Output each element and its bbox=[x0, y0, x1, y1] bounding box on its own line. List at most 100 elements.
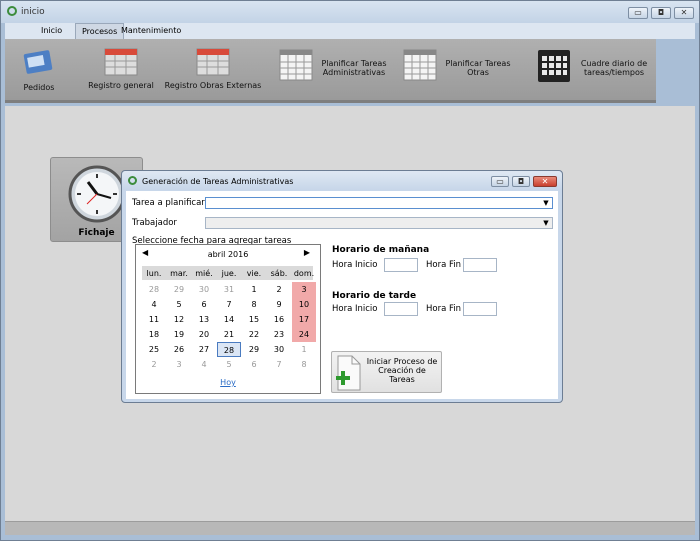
weekday-label: lun. bbox=[146, 269, 162, 278]
weekday-label: vie. bbox=[246, 269, 262, 278]
iniciar-line1: Iniciar Proceso de bbox=[366, 357, 438, 366]
app-icon bbox=[7, 6, 17, 16]
calendar-day[interactable]: 25 bbox=[142, 342, 166, 357]
pedidos-button[interactable]: Pedidos bbox=[13, 39, 65, 99]
calendar-day[interactable]: 7 bbox=[217, 297, 241, 312]
calendar-day[interactable]: 4 bbox=[142, 297, 166, 312]
weekday-label: jue. bbox=[221, 269, 237, 278]
window-title: inicio bbox=[21, 7, 45, 17]
calendar-day[interactable]: 10 bbox=[292, 297, 316, 312]
calendar-day[interactable]: 27 bbox=[192, 342, 216, 357]
title-bar: inicio ▭ ◘ ✕ bbox=[1, 1, 699, 23]
calendar-day[interactable]: 23 bbox=[267, 327, 291, 342]
calendar-day[interactable]: 16 bbox=[267, 312, 291, 327]
manana-fin-label: Hora Fin bbox=[426, 260, 462, 270]
calendar-day[interactable]: 7 bbox=[267, 357, 291, 372]
calendar-day[interactable]: 26 bbox=[167, 342, 191, 357]
calendar-day[interactable]: 28 bbox=[142, 282, 166, 297]
chevron-down-icon: ▼ bbox=[543, 219, 549, 227]
chevron-down-icon: ▼ bbox=[543, 199, 549, 207]
calendar-day[interactable]: 5 bbox=[167, 297, 191, 312]
minimize-button[interactable]: ▭ bbox=[628, 7, 648, 19]
pedidos-label: Pedidos bbox=[23, 83, 55, 92]
calendar-day[interactable]: 17 bbox=[292, 312, 316, 327]
calendar-day[interactable]: 29 bbox=[242, 342, 266, 357]
dialog-icon bbox=[128, 176, 137, 185]
dialog-minimize-button[interactable]: ▭ bbox=[491, 176, 509, 187]
weekday-label: dom. bbox=[293, 269, 315, 278]
cuadre-diario-button[interactable]: Cuadre diario de tareas/tiempos bbox=[535, 39, 653, 99]
registro-obras-button[interactable]: Registro Obras Externas bbox=[163, 39, 263, 99]
tarde-inicio-label: Hora Inicio bbox=[332, 304, 378, 314]
clock-icon bbox=[68, 165, 126, 223]
dialog-maximize-button[interactable]: ◘ bbox=[512, 176, 530, 187]
calendar-day[interactable]: 30 bbox=[192, 282, 216, 297]
calendar-day[interactable]: 19 bbox=[167, 327, 191, 342]
calendar-day[interactable]: 12 bbox=[167, 312, 191, 327]
weekday-label: sáb. bbox=[270, 269, 288, 278]
generation-dialog: Generación de Tareas Administrativas ▭ ◘… bbox=[121, 170, 563, 403]
planificar-admin-button[interactable]: Planificar Tareas Administrativas bbox=[277, 39, 391, 99]
manana-fin-input[interactable] bbox=[463, 258, 497, 272]
tarde-inicio-input[interactable] bbox=[384, 302, 418, 316]
calendar-day[interactable]: 6 bbox=[242, 357, 266, 372]
menu-inicio[interactable]: Inicio bbox=[35, 23, 68, 39]
close-button[interactable]: ✕ bbox=[674, 7, 694, 19]
dialog-body: Tarea a planificar ▼ Trabajador ▼ Selecc… bbox=[126, 191, 558, 399]
calendar-day[interactable]: 8 bbox=[292, 357, 316, 372]
registro-obras-label: Registro Obras Externas bbox=[164, 81, 262, 90]
month-calendar[interactable]: ◀ abril 2016 ▶ lun. mar. mié. jue. vie. … bbox=[135, 244, 321, 394]
calendar-day[interactable]: 21 bbox=[217, 327, 241, 342]
trabajador-combo[interactable]: ▼ bbox=[205, 217, 553, 229]
tarde-fin-input[interactable] bbox=[463, 302, 497, 316]
weekday-label: mar. bbox=[170, 269, 188, 278]
tarea-label: Tarea a planificar bbox=[132, 198, 205, 208]
menu-mantenimiento[interactable]: Mantenimiento bbox=[115, 23, 187, 39]
iniciar-proceso-button[interactable]: Iniciar Proceso de Creación de Tareas bbox=[331, 351, 442, 393]
menu-bar: Inicio Procesos Mantenimiento bbox=[5, 23, 695, 39]
calendar-day[interactable]: 5 bbox=[217, 357, 241, 372]
planificar-otras-button[interactable]: Planificar Tareas Otras bbox=[401, 39, 515, 99]
calendar-day[interactable]: 1 bbox=[242, 282, 266, 297]
calendar-day[interactable]: 22 bbox=[242, 327, 266, 342]
calendar-day[interactable]: 20 bbox=[192, 327, 216, 342]
trabajador-label: Trabajador bbox=[132, 218, 177, 228]
today-link[interactable]: Hoy bbox=[136, 378, 320, 387]
calendar-day[interactable]: 1 bbox=[292, 342, 316, 357]
weekday-header: lun. mar. mié. jue. vie. sáb. dom. bbox=[142, 266, 315, 280]
calendar-day[interactable]: 6 bbox=[192, 297, 216, 312]
tarea-combo[interactable]: ▼ bbox=[205, 197, 553, 209]
status-bar bbox=[5, 521, 695, 535]
calendar-day[interactable]: 30 bbox=[267, 342, 291, 357]
calendar-day[interactable]: 2 bbox=[142, 357, 166, 372]
pedidos-icon bbox=[23, 50, 53, 74]
calendar-day[interactable]: 8 bbox=[242, 297, 266, 312]
register-icon bbox=[196, 48, 230, 76]
calendar-day[interactable]: 29 bbox=[167, 282, 191, 297]
calendar-day[interactable]: 31 bbox=[217, 282, 241, 297]
manana-inicio-label: Hora Inicio bbox=[332, 260, 378, 270]
registro-general-button[interactable]: Registro general bbox=[83, 39, 159, 99]
planificar-otras-line1: Planificar Tareas bbox=[445, 59, 511, 68]
iniciar-line3: Tareas bbox=[389, 375, 415, 384]
calendar-day[interactable]: 3 bbox=[167, 357, 191, 372]
calendar-day[interactable]: 13 bbox=[192, 312, 216, 327]
calendar-day[interactable]: 14 bbox=[217, 312, 241, 327]
cuadre-line2: tareas/tiempos bbox=[583, 68, 645, 77]
calendar-day[interactable]: 11 bbox=[142, 312, 166, 327]
manana-inicio-input[interactable] bbox=[384, 258, 418, 272]
calendar-day[interactable]: 3 bbox=[292, 282, 316, 297]
calendar-day[interactable]: 2 bbox=[267, 282, 291, 297]
calendar-day[interactable]: 4 bbox=[192, 357, 216, 372]
calendar-day[interactable]: 28 bbox=[217, 342, 241, 357]
calendar-day[interactable]: 9 bbox=[267, 297, 291, 312]
calendar-day[interactable]: 18 bbox=[142, 327, 166, 342]
maximize-button[interactable]: ◘ bbox=[651, 7, 671, 19]
manana-heading: Horario de mañana bbox=[332, 245, 430, 255]
next-month-arrow-icon[interactable]: ▶ bbox=[304, 248, 310, 257]
add-document-icon bbox=[336, 355, 361, 391]
dialog-close-button[interactable]: ✕ bbox=[533, 176, 557, 187]
calendar-day[interactable]: 15 bbox=[242, 312, 266, 327]
calendar-day[interactable]: 24 bbox=[292, 327, 316, 342]
ribbon: Pedidos Registro general Registro Obras … bbox=[5, 39, 656, 103]
